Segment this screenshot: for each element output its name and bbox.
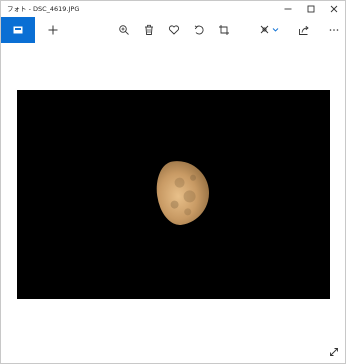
favorite-icon	[168, 25, 180, 35]
delete-button[interactable]	[138, 17, 160, 43]
maximize-icon	[307, 5, 315, 13]
moon-image	[156, 161, 210, 225]
close-icon	[330, 5, 338, 13]
rotate-icon	[194, 25, 204, 35]
more-button[interactable]	[323, 17, 345, 43]
expand-icon	[330, 348, 338, 356]
share-icon	[299, 25, 309, 35]
share-button[interactable]	[293, 17, 315, 43]
zoom-icon	[119, 25, 129, 35]
image-canvas	[1, 43, 345, 363]
crop-button[interactable]	[213, 17, 235, 43]
maximize-button[interactable]	[300, 1, 322, 17]
edit-icon	[260, 25, 279, 34]
add-icon	[48, 25, 58, 35]
title-bar: フォト - DSC_4619.JPG	[1, 1, 345, 17]
collection-icon	[13, 26, 23, 34]
favorite-button[interactable]	[163, 17, 185, 43]
delete-icon	[145, 24, 153, 35]
rotate-button[interactable]	[188, 17, 210, 43]
add-button[interactable]	[42, 17, 64, 43]
zoom-button[interactable]	[113, 17, 135, 43]
photos-app-window: フォト - DSC_4619.JPG	[0, 0, 346, 364]
photo[interactable]	[17, 90, 330, 299]
edit-create-button[interactable]	[256, 17, 284, 43]
minimize-icon	[284, 8, 292, 10]
toolbar	[1, 17, 345, 43]
minimize-button[interactable]	[277, 1, 299, 17]
more-icon	[329, 29, 339, 31]
crop-icon	[219, 25, 229, 35]
collection-button[interactable]	[1, 17, 35, 43]
fullscreen-button[interactable]	[327, 345, 341, 359]
window-title: フォト - DSC_4619.JPG	[7, 5, 80, 13]
close-button[interactable]	[323, 1, 345, 17]
